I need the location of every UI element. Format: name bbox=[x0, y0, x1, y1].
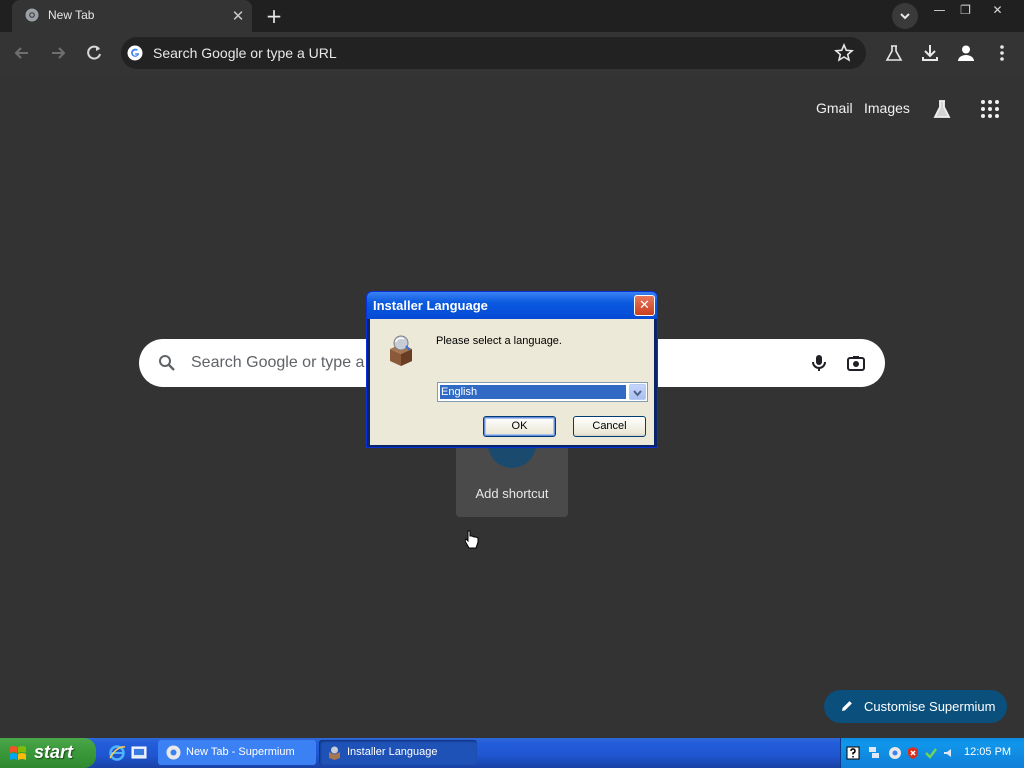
chevron-down-icon bbox=[900, 13, 910, 20]
tab-search-button[interactable] bbox=[892, 3, 918, 29]
window-close-button[interactable]: ✕ bbox=[984, 2, 1011, 19]
customise-button-label: Customise Supermium bbox=[864, 699, 996, 714]
pencil-icon bbox=[842, 701, 852, 711]
cancel-button[interactable]: Cancel bbox=[573, 416, 646, 437]
dialog-titlebar[interactable]: Installer Language ✕ bbox=[367, 292, 657, 319]
start-button[interactable]: start bbox=[0, 738, 96, 768]
task-label: Installer Language bbox=[347, 746, 438, 758]
search-icon bbox=[159, 355, 175, 371]
back-arrow-icon[interactable] bbox=[9, 40, 35, 66]
restore-button[interactable]: ❐ bbox=[952, 2, 979, 19]
task-new-tab-supermium[interactable]: New Tab - Supermium bbox=[158, 740, 316, 765]
dialog-body: Please select a language. English OK Can… bbox=[370, 319, 654, 445]
omnibox-placeholder: Search Google or type a URL bbox=[153, 45, 337, 61]
installer-package-icon bbox=[329, 746, 340, 760]
gmail-link[interactable]: Gmail bbox=[816, 100, 853, 116]
forward-arrow-icon[interactable] bbox=[45, 40, 71, 66]
tab-strip: New Tab ✕ + — ❐ ✕ bbox=[0, 0, 1024, 32]
apps-grid-icon[interactable] bbox=[979, 98, 1001, 120]
ok-button[interactable]: OK bbox=[483, 416, 556, 437]
tab-title: New Tab bbox=[48, 8, 95, 22]
new-tab-button[interactable]: + bbox=[262, 4, 286, 28]
task-installer-language[interactable]: Installer Language bbox=[319, 740, 477, 765]
installer-package-icon bbox=[390, 335, 412, 366]
help-icon[interactable] bbox=[846, 746, 860, 760]
dialog-title: Installer Language bbox=[373, 298, 488, 313]
camera-lens-icon[interactable] bbox=[846, 353, 866, 373]
taskbar: start New Tab - Supermium Installer Lang… bbox=[0, 738, 1024, 768]
labs-flask-icon[interactable] bbox=[931, 98, 953, 120]
installer-language-dialog: Installer Language ✕ Please select a lan… bbox=[366, 291, 658, 448]
bookmark-star-icon[interactable] bbox=[833, 42, 855, 64]
tab-new-tab[interactable]: New Tab ✕ bbox=[12, 0, 252, 32]
add-shortcut-label: Add shortcut bbox=[475, 486, 549, 501]
volume-icon[interactable] bbox=[942, 746, 956, 760]
tab-close-icon[interactable]: ✕ bbox=[228, 6, 248, 26]
start-label: start bbox=[34, 742, 74, 762]
windows-flag-icon bbox=[10, 746, 26, 760]
menu-dots-icon[interactable] bbox=[991, 42, 1013, 64]
language-select[interactable]: English bbox=[437, 382, 648, 402]
internet-explorer-icon[interactable] bbox=[108, 744, 126, 762]
update-icon[interactable] bbox=[924, 746, 938, 760]
download-icon[interactable] bbox=[919, 42, 941, 64]
profile-icon[interactable] bbox=[955, 42, 977, 64]
dialog-close-button[interactable]: ✕ bbox=[634, 295, 655, 316]
reload-icon[interactable] bbox=[81, 40, 107, 66]
system-tray: 12:05 PM bbox=[840, 738, 1024, 768]
task-label: New Tab - Supermium bbox=[186, 746, 295, 758]
supermium-icon[interactable] bbox=[888, 746, 902, 760]
chrome-favicon-icon bbox=[25, 8, 39, 22]
supermium-icon bbox=[166, 745, 181, 760]
images-link[interactable]: Images bbox=[864, 100, 910, 116]
google-g-icon bbox=[127, 45, 143, 61]
labs-flask-icon[interactable] bbox=[883, 42, 905, 64]
microphone-icon[interactable] bbox=[809, 353, 829, 373]
show-desktop-icon[interactable] bbox=[130, 744, 148, 762]
hand-cursor-icon bbox=[465, 530, 479, 549]
language-select-dropdown[interactable] bbox=[629, 384, 646, 400]
minimize-button[interactable]: — bbox=[926, 2, 953, 19]
security-shield-icon[interactable] bbox=[906, 746, 920, 760]
ntp-search-placeholder: Search Google or type a bbox=[191, 354, 365, 371]
network-icon[interactable] bbox=[867, 746, 881, 760]
chevron-down-icon bbox=[633, 390, 642, 397]
dialog-prompt: Please select a language. bbox=[436, 335, 562, 347]
language-select-value: English bbox=[440, 385, 626, 399]
clock: 12:05 PM bbox=[964, 746, 1012, 758]
